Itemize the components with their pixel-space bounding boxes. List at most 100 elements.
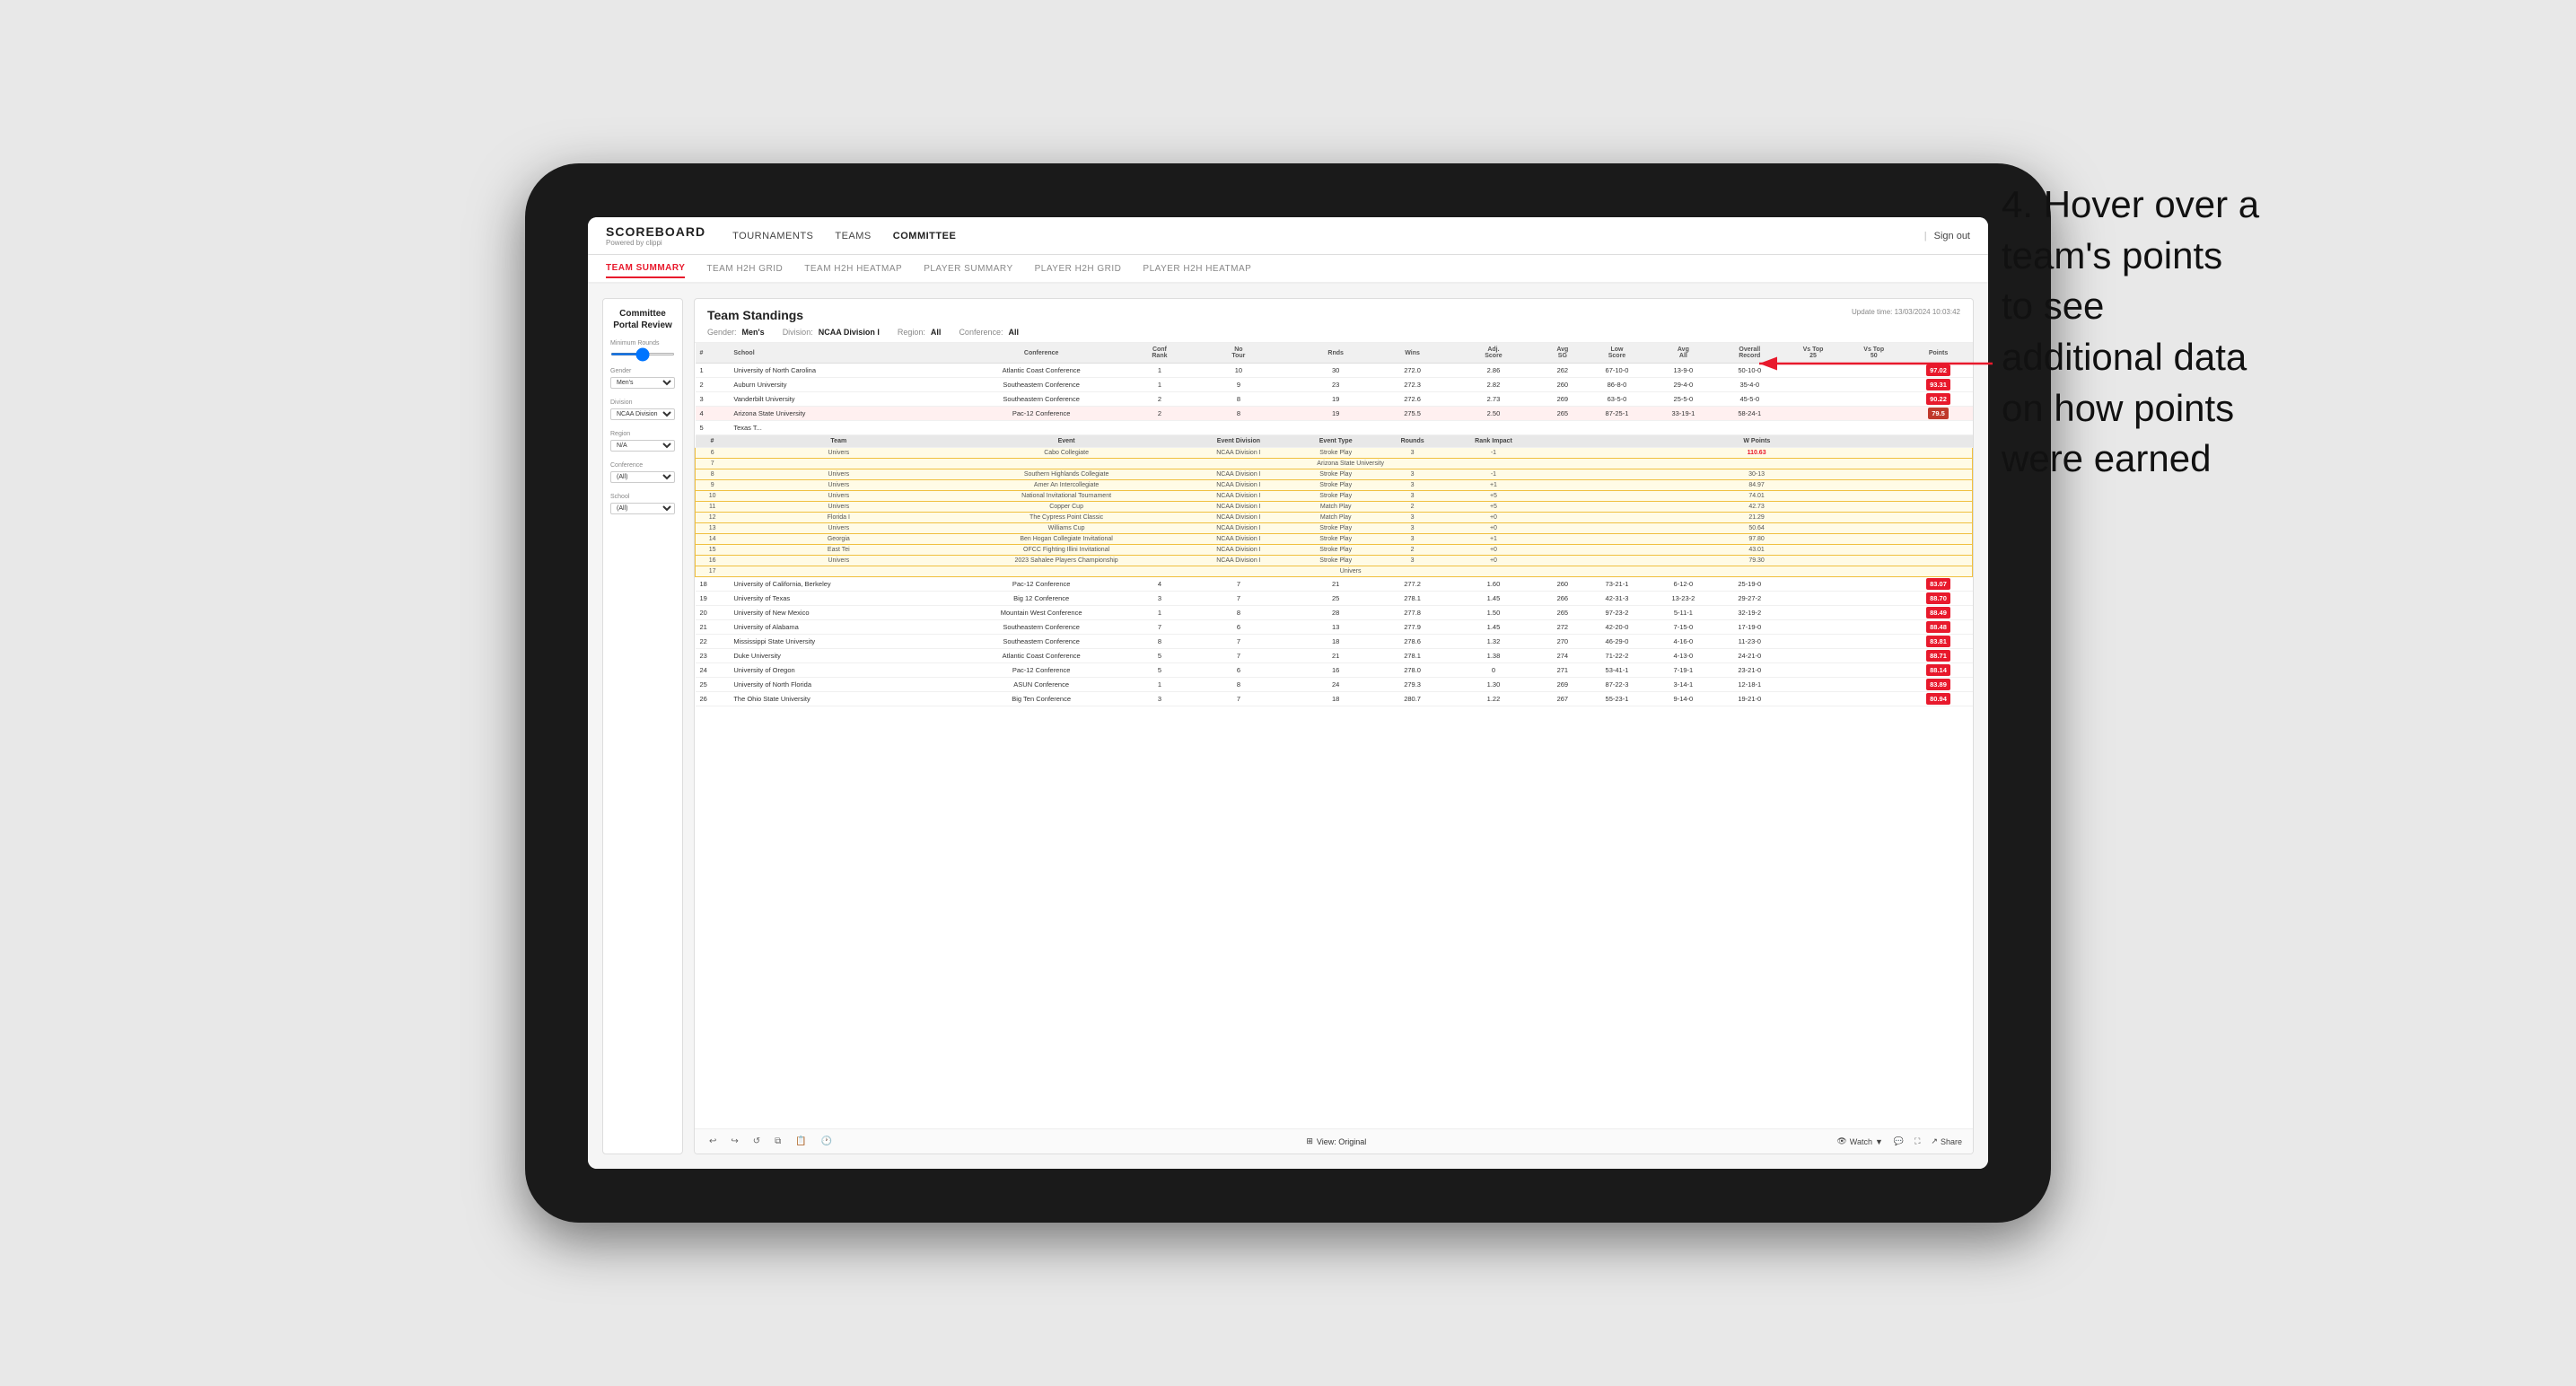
- popup-data-row: 11 Univers Copper Cup NCAA Division I Ma…: [696, 502, 1973, 513]
- table-row[interactable]: 3 Vanderbilt University Southeastern Con…: [696, 392, 1973, 407]
- points-cell[interactable]: 90.22: [1905, 392, 1973, 407]
- table-row[interactable]: 19 University of Texas Big 12 Conference…: [696, 592, 1973, 606]
- vs50-cell: [1844, 407, 1905, 421]
- col-avg-all: AvgAll: [1650, 343, 1716, 364]
- filter-gender-value: Men's: [742, 328, 765, 337]
- conference-select[interactable]: (All): [610, 471, 675, 483]
- annotation-arrow: [1750, 341, 2002, 386]
- watch-label[interactable]: Watch: [1850, 1137, 1872, 1146]
- subnav-player-h2h-heatmap[interactable]: PLAYER H2H HEATMAP: [1143, 260, 1251, 277]
- fullscreen-button[interactable]: ⛶: [1914, 1136, 1920, 1146]
- toolbar-left: ↩ ↪ ↺ ⧉ 📋 🕐: [705, 1135, 836, 1148]
- filters-row: Gender: Men's Division: NCAA Division I …: [707, 328, 1960, 337]
- popup-data-row: 15 East Tei OFCC Fighting Illini Invitat…: [696, 545, 1973, 556]
- subnav-team-summary[interactable]: TEAM SUMMARY: [606, 259, 685, 278]
- low-score-cell: [1584, 421, 1651, 435]
- filter-region-value: All: [931, 328, 942, 337]
- clock-button[interactable]: 🕐: [818, 1135, 836, 1148]
- sidebar-conference-label: Conference: [610, 462, 675, 469]
- adj-score-cell: 2.82: [1446, 378, 1541, 392]
- avg-all-cell: [1650, 421, 1716, 435]
- conf-cell: Pac-12 Conference: [948, 407, 1135, 421]
- table-row[interactable]: 18 University of California, Berkeley Pa…: [696, 577, 1973, 592]
- subnav-team-h2h-grid[interactable]: TEAM H2H GRID: [706, 260, 783, 277]
- points-value[interactable]: 90.22: [1926, 393, 1950, 405]
- popup-data-row: 7 Arizona State University: [696, 459, 1973, 469]
- table-row[interactable]: 23 Duke University Atlantic Coast Confer…: [696, 649, 1973, 663]
- popup-data-row: 8 Univers Southern Highlands Collegiate …: [696, 469, 1973, 480]
- no-tour-cell: 9: [1185, 378, 1292, 392]
- table-row[interactable]: 24 University of Oregon Pac-12 Conferenc…: [696, 663, 1973, 678]
- view-label[interactable]: View: Original: [1317, 1137, 1366, 1146]
- col-adj-score: Adj.Score: [1446, 343, 1541, 364]
- conf-cell: Southeastern Conference: [948, 378, 1135, 392]
- sidebar-division-label: Division: [610, 399, 675, 406]
- share-button[interactable]: ↗ Share: [1931, 1136, 1962, 1146]
- tablet-device: SCOREBOARD Powered by clippi TOURNAMENTS…: [525, 163, 2051, 1223]
- watch-button[interactable]: 👁 Watch ▼: [1836, 1136, 1883, 1146]
- sidebar-region-label: Region: [610, 431, 675, 437]
- avg-sg-cell: 260: [1541, 378, 1583, 392]
- popup-data-row: 16 Univers 2023 Sahalee Players Champion…: [696, 556, 1973, 566]
- refresh-button[interactable]: ↺: [749, 1135, 764, 1148]
- school-cell: Texas T...: [729, 421, 948, 435]
- annotation-text: 4. Hover over ateam's pointsto seeadditi…: [2002, 180, 2504, 485]
- gender-select[interactable]: Men's: [610, 377, 675, 389]
- nav-tournaments[interactable]: TOURNAMENTS: [732, 227, 813, 245]
- standings-table: # School Conference ConfRank NoTour Rnds…: [695, 343, 1973, 706]
- table-row-highlighted[interactable]: 4 Arizona State University Pac-12 Confer…: [696, 407, 1973, 421]
- division-select[interactable]: NCAA Division I: [610, 408, 675, 420]
- table-row[interactable]: 20 University of New Mexico Mountain Wes…: [696, 606, 1973, 620]
- school-select[interactable]: (All): [610, 503, 675, 514]
- toolbar-center: ⊞ View: Original: [1306, 1136, 1366, 1146]
- wins-cell: [1379, 421, 1445, 435]
- subnav-team-h2h-heatmap[interactable]: TEAM H2H HEATMAP: [804, 260, 902, 277]
- points-value[interactable]: 79.5: [1928, 408, 1949, 419]
- table-row[interactable]: 26 The Ohio State University Big Ten Con…: [696, 692, 1973, 706]
- overall-cell: [1716, 421, 1783, 435]
- avg-all-cell: 13-9-0: [1650, 364, 1716, 378]
- avg-sg-cell: 265: [1541, 407, 1583, 421]
- avg-all-cell: 29-4-0: [1650, 378, 1716, 392]
- sidebar-school-label: School: [610, 494, 675, 500]
- redo-button[interactable]: ↪: [727, 1135, 741, 1148]
- table-container[interactable]: # School Conference ConfRank NoTour Rnds…: [695, 343, 1973, 1128]
- table-row[interactable]: 25 University of North Florida ASUN Conf…: [696, 678, 1973, 692]
- subnav-player-summary[interactable]: PLAYER SUMMARY: [924, 260, 1012, 277]
- region-select[interactable]: N/A: [610, 440, 675, 452]
- conf-cell: Atlantic Coast Conference: [948, 364, 1135, 378]
- undo-button[interactable]: ↩: [705, 1135, 720, 1148]
- subnav-player-h2h-grid[interactable]: PLAYER H2H GRID: [1035, 260, 1122, 277]
- conf-cell: [948, 421, 1135, 435]
- rnds-cell: 19: [1292, 407, 1380, 421]
- avg-sg-cell: 269: [1541, 392, 1583, 407]
- popup-data-row: 6 Univers Cabo Collegiate NCAA Division …: [696, 448, 1973, 459]
- share-label[interactable]: Share: [1941, 1137, 1962, 1146]
- view-icon: ⊞: [1306, 1136, 1313, 1146]
- col-conf-rank: ConfRank: [1135, 343, 1185, 364]
- col-conference: Conference: [948, 343, 1135, 364]
- col-school: School: [729, 343, 948, 364]
- table-row[interactable]: 5 Texas T...: [696, 421, 1973, 435]
- low-score-cell: 87-25-1: [1584, 407, 1651, 421]
- main-content: Team Standings Update time: 13/03/2024 1…: [694, 298, 1974, 1154]
- col-rank: #: [696, 343, 730, 364]
- nav-teams[interactable]: TEAMS: [835, 227, 871, 245]
- table-row[interactable]: 22 Mississippi State University Southeas…: [696, 635, 1973, 649]
- table-row[interactable]: 21 University of Alabama Southeastern Co…: [696, 620, 1973, 635]
- minimum-rounds-slider[interactable]: [610, 353, 675, 355]
- nav-committee[interactable]: COMMITTEE: [893, 227, 957, 245]
- rnds-cell: [1292, 421, 1380, 435]
- sidebar-school: School (All): [610, 494, 675, 514]
- navbar: SCOREBOARD Powered by clippi TOURNAMENTS…: [588, 217, 1988, 255]
- comment-button[interactable]: 💬: [1894, 1136, 1904, 1146]
- sidebar-conference: Conference (All): [610, 462, 675, 483]
- wins-cell: 272.3: [1379, 378, 1445, 392]
- sign-out-link[interactable]: Sign out: [1934, 231, 1970, 241]
- vs50-cell: [1844, 421, 1905, 435]
- points-cell[interactable]: 79.5: [1905, 407, 1973, 421]
- conf-rank-cell: 1: [1135, 364, 1185, 378]
- copy-button[interactable]: ⧉: [771, 1135, 784, 1148]
- paste-button[interactable]: 📋: [792, 1135, 810, 1148]
- filter-division-label: Division:: [783, 328, 813, 337]
